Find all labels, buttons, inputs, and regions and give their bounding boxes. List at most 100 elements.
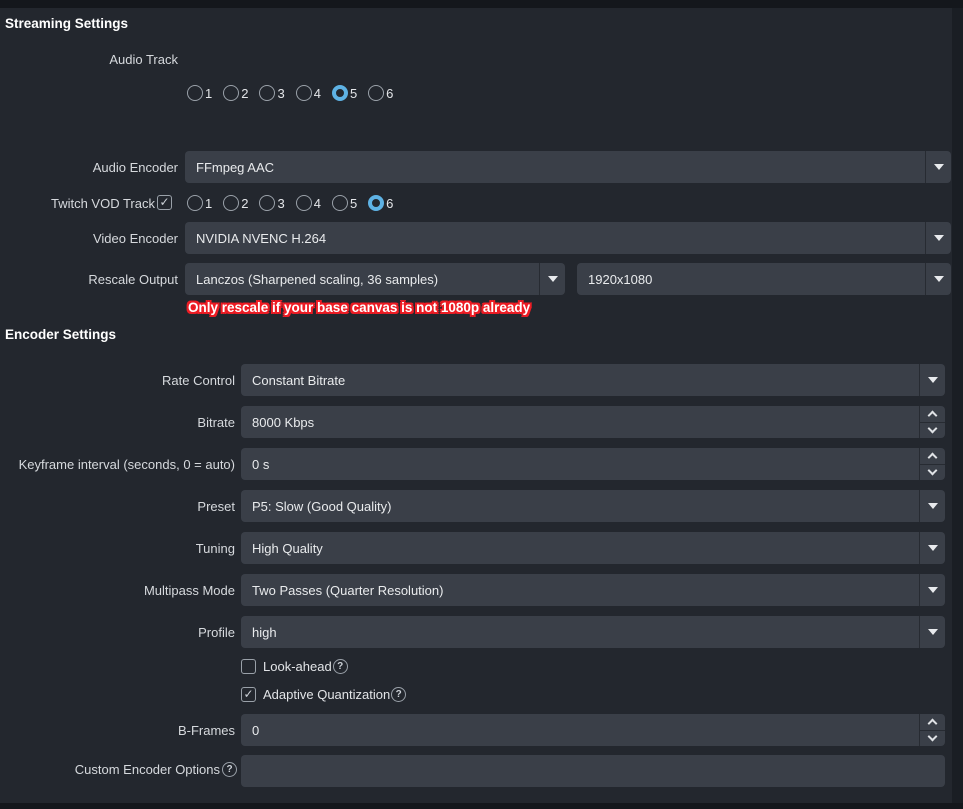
look-ahead-label: Look-ahead: [263, 659, 332, 674]
spin-up-button[interactable]: [920, 406, 945, 423]
dropdown-arrow-button[interactable]: [919, 490, 945, 522]
radio-icon: [259, 195, 276, 211]
tuning-dropdown[interactable]: High Quality: [241, 532, 945, 564]
scrollbar-track[interactable]: [952, 8, 963, 803]
vod-track-radio-6[interactable]: 6: [368, 195, 393, 211]
audio-track-radio-4[interactable]: 4: [295, 85, 321, 101]
vod-track-radio-4[interactable]: 4: [295, 195, 321, 211]
chevron-down-icon: [933, 276, 944, 282]
chevron-down-icon: [927, 731, 938, 742]
dropdown-arrow-button[interactable]: [539, 263, 565, 295]
bitrate-spinbox[interactable]: 8000 Kbps: [241, 406, 945, 438]
adaptive-quantization-label: Adaptive Quantization: [263, 687, 391, 702]
spin-up-button[interactable]: [920, 448, 945, 465]
chevron-down-icon: [927, 545, 938, 551]
spin-down-button[interactable]: [920, 423, 945, 439]
dropdown-arrow-button[interactable]: [919, 574, 945, 606]
audio-encoder-label: Audio Encoder: [92, 160, 178, 175]
rate-control-dropdown[interactable]: Constant Bitrate: [241, 364, 945, 396]
radio-icon: [187, 85, 203, 101]
twitch-vod-track-radio-group: 1 2 3 4 5 6: [187, 195, 393, 211]
rescale-warning-annotation: Only rescale if your base canvas is not …: [188, 300, 531, 315]
adaptive-quantization-checkbox[interactable]: ✓: [241, 687, 256, 702]
chevron-up-icon: [927, 410, 938, 421]
radio-icon: [259, 85, 276, 101]
help-icon: ?: [332, 659, 348, 674]
spin-up-button[interactable]: [920, 714, 945, 731]
multipass-mode-dropdown[interactable]: Two Passes (Quarter Resolution): [241, 574, 945, 606]
radio-checked-icon: [331, 85, 348, 101]
look-ahead-row: ✓ Look-ahead ?: [241, 659, 348, 674]
dropdown-arrow-button[interactable]: [925, 151, 951, 183]
bottom-divider: [0, 803, 963, 809]
help-icon: ?: [222, 762, 237, 777]
dropdown-arrow-button[interactable]: [919, 616, 945, 648]
profile-label: Profile: [198, 625, 235, 640]
custom-encoder-options-input[interactable]: [241, 755, 945, 787]
vod-track-radio-5[interactable]: 5: [331, 195, 357, 211]
radio-icon: [331, 195, 348, 211]
chevron-up-icon: [927, 452, 938, 463]
chevron-down-icon: [927, 629, 938, 635]
custom-encoder-options-label: Custom Encoder Options: [74, 762, 220, 777]
rescale-output-label: Rescale Output: [88, 272, 178, 287]
twitch-vod-track-label: Twitch VOD Track: [50, 196, 155, 211]
audio-track-label: Audio Track: [109, 52, 178, 67]
dropdown-arrow-button[interactable]: [919, 364, 945, 396]
tuning-label: Tuning: [195, 541, 235, 556]
chevron-up-icon: [927, 718, 938, 729]
chevron-down-icon: [933, 164, 944, 170]
audio-track-radio-1[interactable]: 1: [187, 85, 212, 101]
spin-down-button[interactable]: [920, 465, 945, 481]
top-divider: [0, 0, 963, 8]
chevron-down-icon: [933, 235, 944, 241]
profile-dropdown[interactable]: high: [241, 616, 945, 648]
preset-dropdown[interactable]: P5: Slow (Good Quality): [241, 490, 945, 522]
rescale-resolution-dropdown[interactable]: 1920x1080: [577, 263, 951, 295]
vod-track-radio-1[interactable]: 1: [187, 195, 212, 211]
dropdown-arrow-button[interactable]: [919, 532, 945, 564]
chevron-down-icon: [927, 377, 938, 383]
look-ahead-checkbox[interactable]: ✓: [241, 659, 256, 674]
spin-buttons: [919, 406, 945, 438]
radio-icon: [295, 195, 312, 211]
bitrate-label: Bitrate: [197, 415, 235, 430]
audio-track-radio-3[interactable]: 3: [259, 85, 285, 101]
chevron-down-icon: [927, 423, 938, 434]
custom-encoder-options-label-row: Custom Encoder Options ?: [0, 762, 237, 777]
radio-checked-icon: [368, 195, 385, 211]
encoder-settings-title: Encoder Settings: [5, 327, 117, 342]
b-frames-spinbox[interactable]: 0: [241, 714, 945, 746]
audio-track-radio-2[interactable]: 2: [223, 85, 248, 101]
vod-track-radio-3[interactable]: 3: [259, 195, 285, 211]
radio-icon: [295, 85, 312, 101]
spin-down-button[interactable]: [920, 731, 945, 747]
vod-track-radio-2[interactable]: 2: [223, 195, 248, 211]
rescale-filter-dropdown[interactable]: Lanczos (Sharpened scaling, 36 samples): [185, 263, 565, 295]
audio-track-radio-5[interactable]: 5: [331, 85, 357, 101]
video-encoder-dropdown[interactable]: NVIDIA NVENC H.264: [185, 222, 951, 254]
spin-buttons: [919, 714, 945, 746]
twitch-vod-track-checkbox[interactable]: ✓: [157, 195, 172, 210]
spin-buttons: [919, 448, 945, 480]
chevron-down-icon: [927, 503, 938, 509]
dropdown-arrow-button[interactable]: [925, 222, 951, 254]
b-frames-label: B-Frames: [177, 723, 235, 738]
radio-icon: [223, 85, 240, 101]
preset-label: Preset: [197, 499, 235, 514]
audio-track-radio-group: 1 2 3 4 5 6: [187, 85, 393, 101]
radio-icon: [187, 195, 203, 211]
video-encoder-label: Video Encoder: [92, 231, 178, 246]
radio-icon: [368, 85, 385, 101]
radio-icon: [223, 195, 240, 211]
keyframe-interval-label: Keyframe interval (seconds, 0 = auto): [18, 457, 235, 472]
chevron-down-icon: [927, 587, 938, 593]
check-icon: ✓: [243, 687, 254, 701]
help-icon: ?: [391, 687, 407, 702]
multipass-mode-label: Multipass Mode: [143, 583, 235, 598]
keyframe-interval-spinbox[interactable]: 0 s: [241, 448, 945, 480]
dropdown-arrow-button[interactable]: [925, 263, 951, 295]
settings-panel: Streaming Settings Audio Track 1 2 3 4 5…: [0, 0, 963, 809]
audio-track-radio-6[interactable]: 6: [368, 85, 393, 101]
audio-encoder-dropdown[interactable]: FFmpeg AAC: [185, 151, 951, 183]
